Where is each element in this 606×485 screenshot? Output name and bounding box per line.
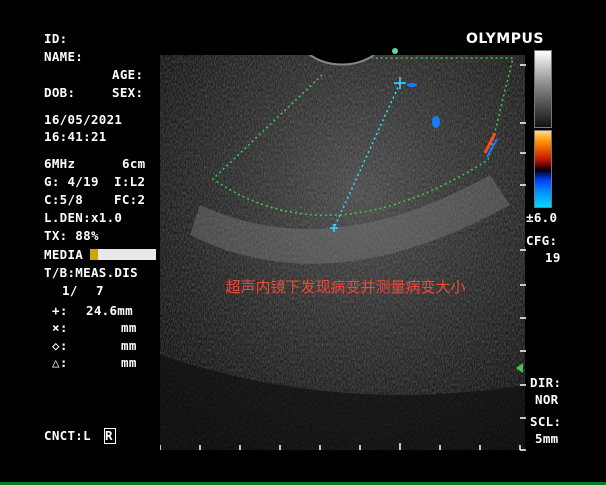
measurement-symbol: △: (52, 355, 68, 370)
dob-label: DOB: (44, 85, 76, 100)
id-label: ID: (44, 31, 68, 46)
grayscale-bar (534, 50, 552, 128)
measurement-symbol: ×: (52, 320, 68, 335)
doppler-signal (407, 83, 417, 87)
measurement-value: mm (121, 320, 137, 335)
finding-caption: 超声内镜下发现病变并测量病变大小 (225, 278, 466, 296)
doppler-signal (432, 116, 440, 128)
scl-label: SCL: (530, 414, 562, 429)
measurement-symbol: +: (52, 303, 68, 318)
frequency: 6MHz (44, 156, 76, 171)
measurement-symbol: ◇: (52, 338, 68, 353)
exam-time: 16:41:21 (44, 129, 107, 144)
name-label: NAME: (44, 49, 84, 64)
cnct-label: CNCT:L (44, 428, 91, 443)
image-level: I:L2 (114, 174, 146, 189)
line-density: L.DEN:x1.0 (44, 210, 123, 225)
orientation-marker-icon (392, 48, 398, 54)
focus: FC:2 (114, 192, 146, 207)
cfg-value: 19 (545, 250, 561, 265)
dir-value: NOR (535, 392, 559, 407)
scl-value: 5mm (535, 431, 559, 446)
velocity-scale: ±6.0 (526, 210, 558, 225)
contrast: C:5/8 (44, 192, 84, 207)
media-bar (90, 249, 156, 260)
measurement-index: 1/ (62, 283, 78, 298)
focus-marker-icon (516, 363, 523, 373)
ultrasound-image (160, 55, 525, 450)
cfg-label: CFG: (526, 233, 558, 248)
measurement-value: 24.6mm (86, 303, 133, 318)
color-flow-bar (534, 130, 552, 208)
media-label: MEDIA (44, 247, 84, 262)
ultrasound-screen: OLYMPUS ID: NAME: AGE: DOB: SEX: 16/05/2… (0, 0, 606, 485)
measurement-total: 7 (96, 283, 104, 298)
brand-logo: OLYMPUS (466, 31, 544, 47)
depth: 6cm (122, 156, 146, 171)
sex-label: SEX: (112, 85, 144, 100)
gain: G: 4/19 (44, 174, 99, 189)
exam-date: 16/05/2021 (44, 112, 123, 127)
measurement-value: mm (121, 338, 137, 353)
cnct-box-text: R (105, 428, 113, 443)
tb-mode: T/B:MEAS.DIS (44, 265, 138, 280)
tx-power: TX: 88% (44, 228, 99, 243)
age-label: AGE: (112, 67, 144, 82)
dir-label: DIR: (530, 375, 562, 390)
depth-ticks (520, 64, 526, 451)
measurement-value: mm (121, 355, 137, 370)
